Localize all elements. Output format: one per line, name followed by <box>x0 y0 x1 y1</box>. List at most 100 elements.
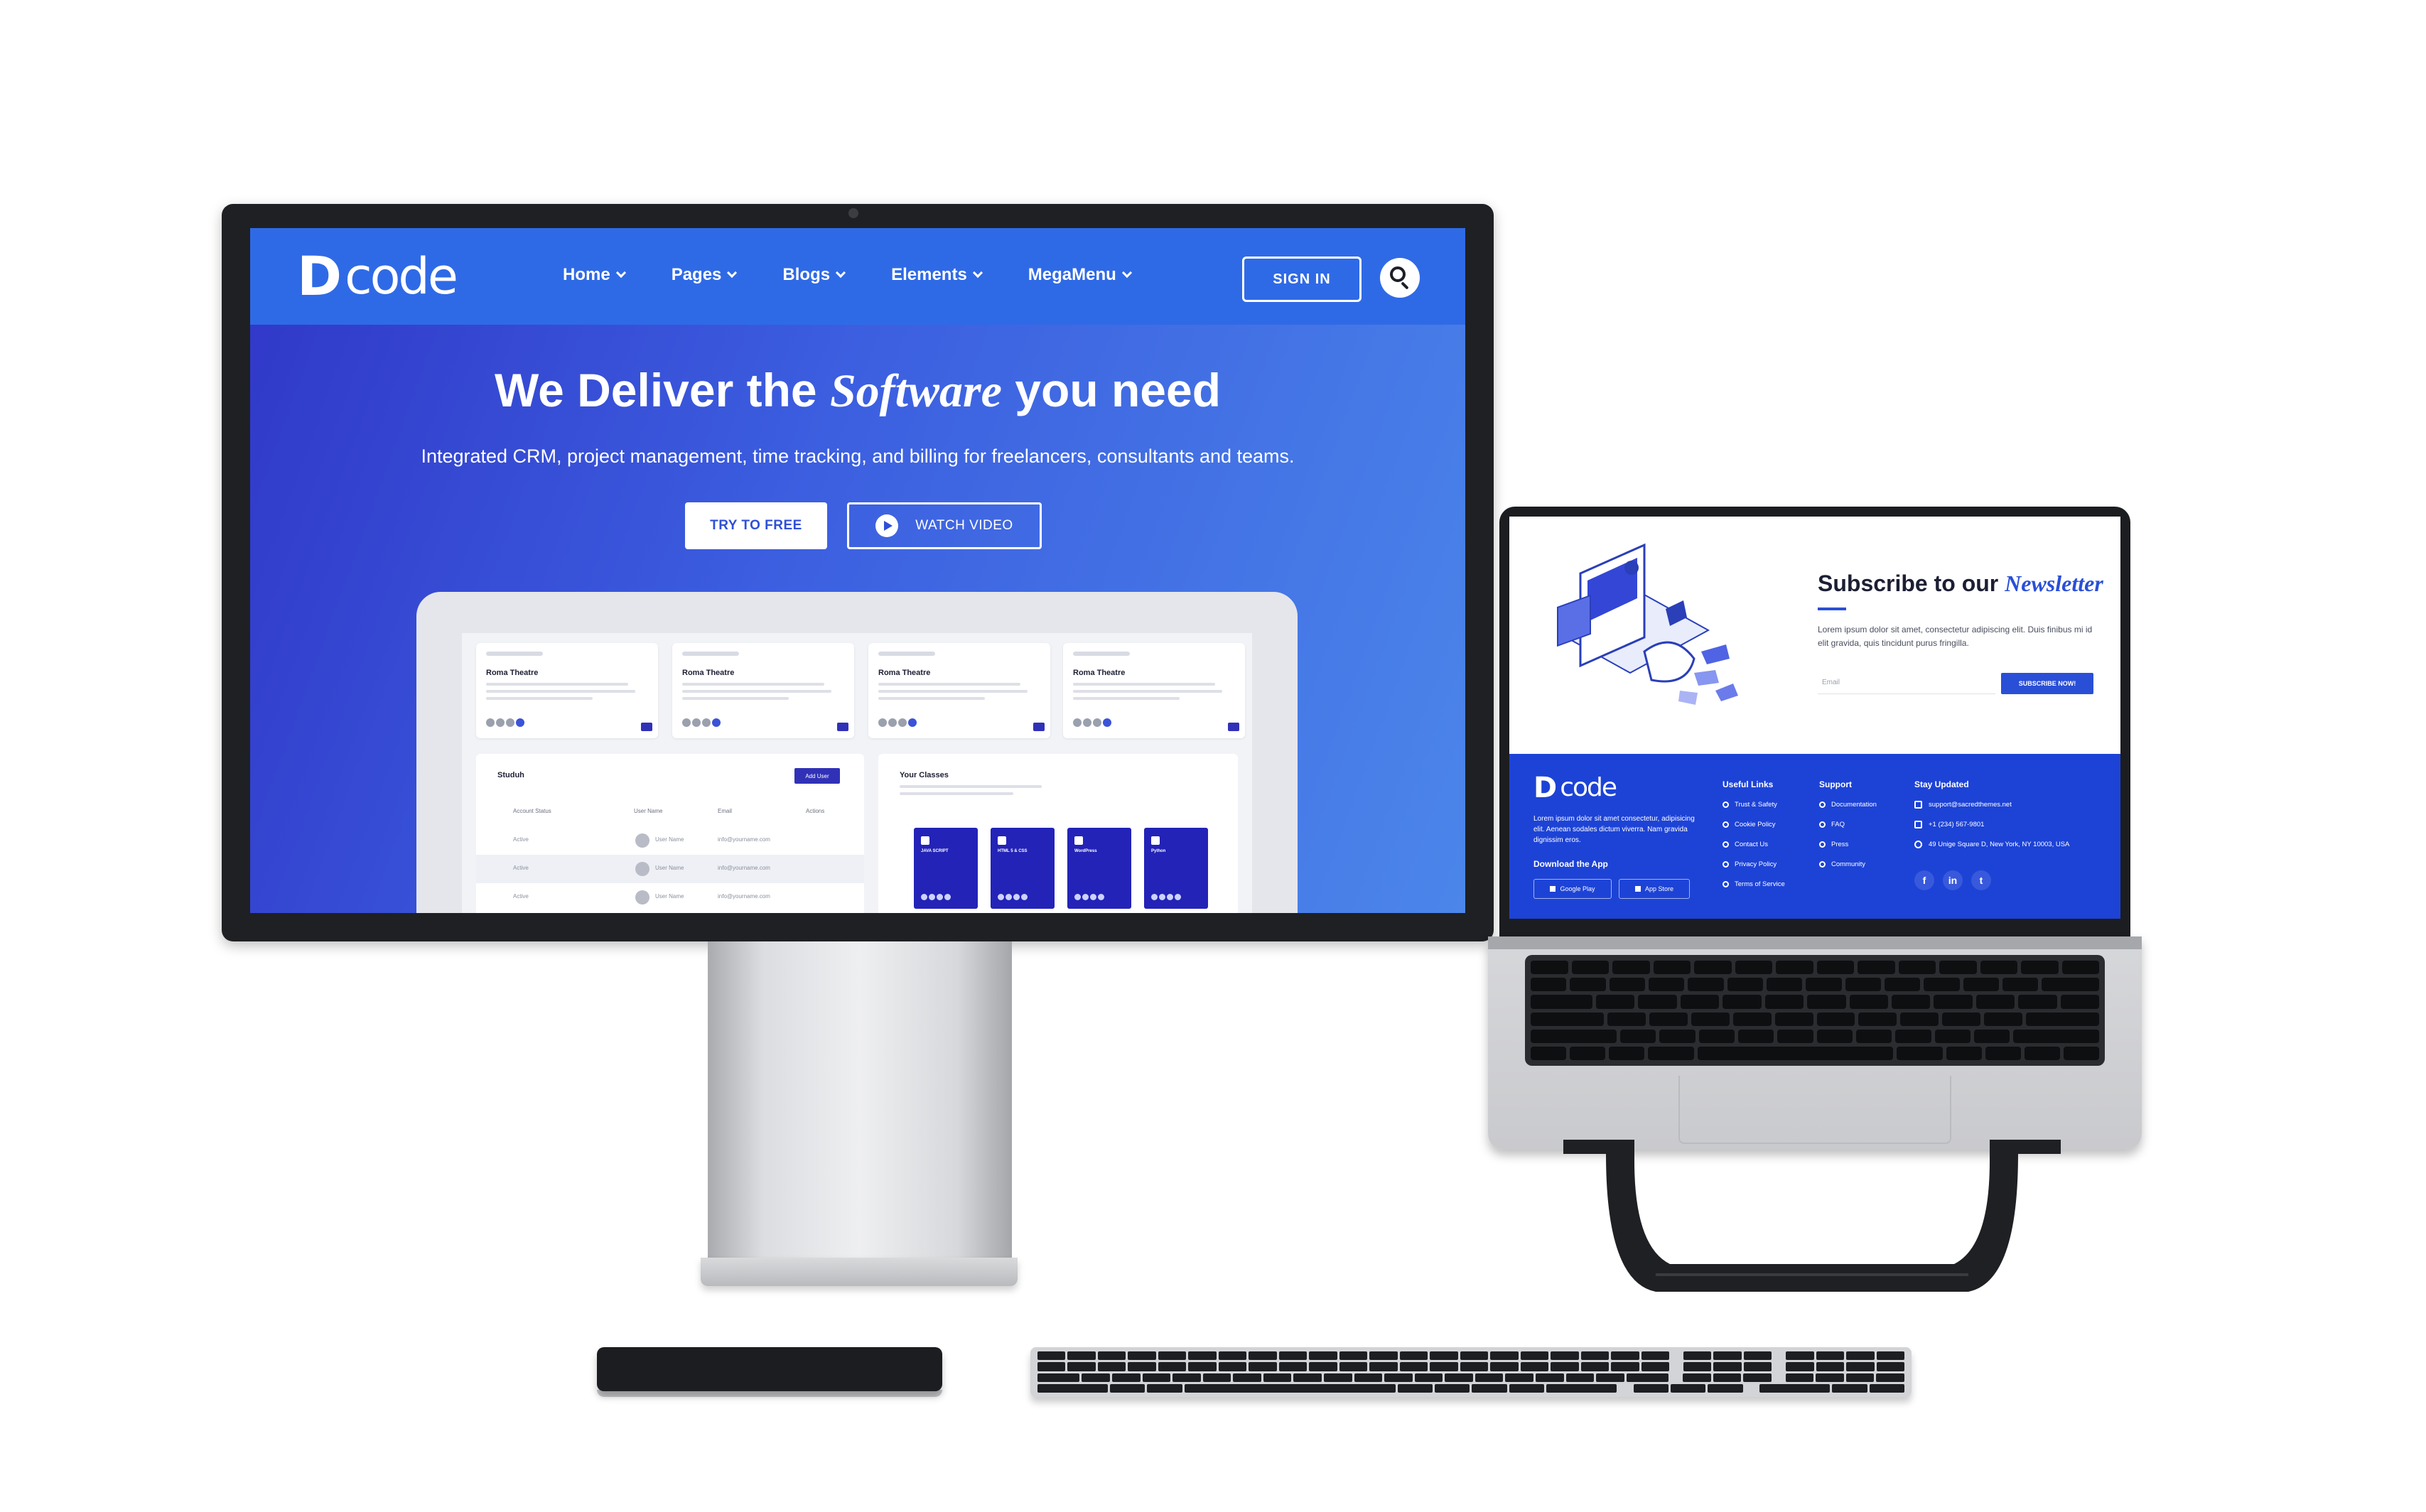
dashboard-mockup-screen: Roma Theatre Roma Theatre Roma Theatre R… <box>462 633 1252 913</box>
card-action[interactable] <box>837 723 848 731</box>
site-logo[interactable]: D code <box>297 244 458 308</box>
card-avatars <box>1073 718 1111 727</box>
try-free-button[interactable]: TRY TO FREE <box>685 502 827 549</box>
table-row[interactable]: Active User Name info@yourname.com <box>476 855 864 883</box>
table-row[interactable]: Active User Name info@yourname.com <box>476 883 864 912</box>
footer-link[interactable]: Press <box>1819 841 1877 848</box>
nav-megamenu[interactable]: MegaMenu <box>1028 259 1132 291</box>
chevron-down-icon <box>1121 267 1132 279</box>
course-card[interactable]: Roma Theatre <box>1063 643 1245 738</box>
column-header: Actions <box>806 808 825 814</box>
footer-link[interactable]: Trust & Safety <box>1723 801 1785 809</box>
app-store-label: App Store <box>1644 885 1674 892</box>
course-card[interactable]: Roma Theatre <box>672 643 854 738</box>
classes-title: Your Classes <box>900 771 949 779</box>
contact-phone-text: +1 (234) 567-9801 <box>1929 821 1985 828</box>
search-icon-handle <box>1401 281 1409 290</box>
linkedin-icon[interactable]: in <box>1943 870 1963 890</box>
social-links: f in t <box>1914 870 1991 890</box>
google-play-button[interactable]: Google Play <box>1533 879 1612 899</box>
class-icon <box>998 836 1006 845</box>
laptop-hinge <box>1488 936 2142 949</box>
footer-link[interactable]: Privacy Policy <box>1723 860 1785 868</box>
monitor-screen: D code Home Pages Blogs Elements MegaMen… <box>250 228 1465 913</box>
bullet-icon <box>1819 861 1826 868</box>
class-name: JAVA SCRIPT <box>921 849 949 853</box>
newsletter-title-pre: Subscribe to our <box>1818 571 2005 596</box>
laptop-screen: Subscribe to our Newsletter Lorem ipsum … <box>1509 517 2120 919</box>
contact-email[interactable]: support@sacredthemes.net <box>1914 801 2069 809</box>
footer-logo[interactable]: D code <box>1533 772 1617 804</box>
nav-elements-label: Elements <box>891 265 967 284</box>
desktop-keyboard <box>1030 1347 1912 1397</box>
class-card[interactable]: WordPress <box>1067 828 1131 909</box>
card-action[interactable] <box>1033 723 1045 731</box>
app-store-button[interactable]: App Store <box>1619 879 1690 899</box>
bullet-icon <box>1819 801 1826 808</box>
card-avatars <box>486 718 524 727</box>
class-card[interactable]: JAVA SCRIPT <box>914 828 978 909</box>
card-text-line <box>1073 683 1215 686</box>
chevron-down-icon <box>727 267 738 279</box>
class-icon <box>1074 836 1083 845</box>
site-navbar: D code Home Pages Blogs Elements MegaMen… <box>250 228 1465 325</box>
facebook-icon[interactable]: f <box>1914 870 1934 890</box>
row-name: User Name <box>655 836 684 843</box>
nav-home[interactable]: Home <box>563 259 626 291</box>
search-button[interactable] <box>1380 258 1420 298</box>
nav-pages[interactable]: Pages <box>672 259 738 291</box>
laptop-lid: Subscribe to our Newsletter Lorem ipsum … <box>1499 507 2130 941</box>
class-card[interactable]: HTML 5 & CSS <box>991 828 1055 909</box>
card-title: Roma Theatre <box>486 669 539 677</box>
chevron-down-icon <box>836 267 846 279</box>
nav-elements[interactable]: Elements <box>891 259 983 291</box>
laptop-deck <box>1488 936 2142 1150</box>
footer-description: Lorem ipsum dolor sit amet consectetur, … <box>1533 815 1695 844</box>
footer-link[interactable]: Cookie Policy <box>1723 821 1785 828</box>
card-title: Roma Theatre <box>878 669 931 677</box>
subscribe-button[interactable]: SUBSCRIBE NOW! <box>2001 673 2093 694</box>
table-row[interactable]: Active User Name info@yourname.com <box>476 826 864 855</box>
bullet-icon <box>1819 841 1826 848</box>
twitter-icon[interactable]: t <box>1971 870 1991 890</box>
apple-icon <box>1634 886 1641 892</box>
watch-video-button[interactable]: WATCH VIDEO <box>847 502 1042 549</box>
desktop-monitor: D code Home Pages Blogs Elements MegaMen… <box>222 204 1494 941</box>
nav-blogs[interactable]: Blogs <box>782 259 846 291</box>
bullet-icon <box>1819 821 1826 828</box>
card-text-line <box>682 690 831 693</box>
webcam <box>848 208 858 218</box>
card-avatars <box>878 718 917 727</box>
newsletter-email-input[interactable]: Email <box>1818 671 1995 694</box>
laptop-keyboard <box>1525 955 2105 1066</box>
contact-phone[interactable]: +1 (234) 567-9801 <box>1914 821 2069 828</box>
footer-link[interactable]: Community <box>1819 860 1877 868</box>
logo-mark: D <box>297 244 342 308</box>
contact-address: 49 Unige Square D, New York, NY 10003, U… <box>1914 841 2069 848</box>
footer-link[interactable]: FAQ <box>1819 821 1877 828</box>
hero-title-post: you need <box>1001 364 1222 416</box>
class-card[interactable]: Python <box>1144 828 1208 909</box>
card-action[interactable] <box>1228 723 1239 731</box>
footer-link[interactable]: Contact Us <box>1723 841 1785 848</box>
column-header: Email <box>718 808 733 814</box>
card-text-line <box>878 697 985 700</box>
mail-icon <box>1914 801 1922 809</box>
play-store-icon <box>1550 886 1556 892</box>
card-text-line <box>878 690 1028 693</box>
hero-title: We Deliver the Software you need <box>250 363 1465 418</box>
footer-link[interactable]: Documentation <box>1819 801 1877 809</box>
course-card[interactable]: Roma Theatre <box>476 643 658 738</box>
chevron-down-icon <box>972 267 983 279</box>
card-text-line <box>486 697 593 700</box>
add-user-button[interactable]: Add User <box>794 768 840 784</box>
footer-link[interactable]: Terms of Service <box>1723 880 1785 888</box>
course-card[interactable]: Roma Theatre <box>868 643 1050 738</box>
sign-in-button[interactable]: SIGN IN <box>1242 256 1362 302</box>
card-action[interactable] <box>641 723 652 731</box>
laptop-stand <box>1563 1140 2061 1292</box>
footer-link-label: FAQ <box>1831 821 1845 828</box>
footer-logo-mark: D <box>1533 772 1558 804</box>
monitor-stand-neck <box>708 941 1012 1275</box>
hero-title-emphasis: Software <box>829 365 1002 417</box>
